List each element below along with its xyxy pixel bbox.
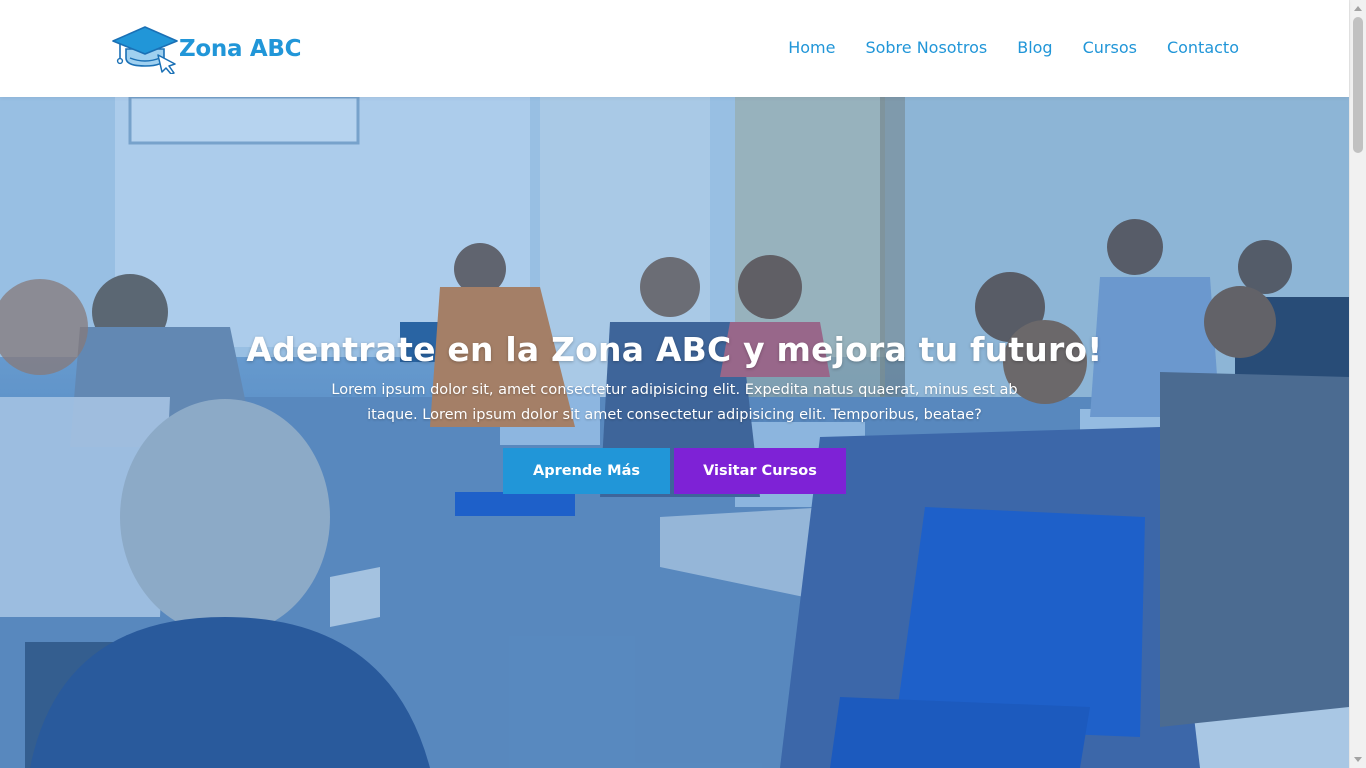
hero-section: Adentrate en la Zona ABC y mejora tu fut… xyxy=(0,97,1349,768)
scrollbar-thumb[interactable] xyxy=(1353,17,1363,153)
page-scrollbar[interactable] xyxy=(1349,0,1366,768)
nav-item-sobre-nosotros[interactable]: Sobre Nosotros xyxy=(865,38,987,58)
scroll-up-arrow-icon[interactable] xyxy=(1354,6,1362,11)
scroll-down-arrow-icon[interactable] xyxy=(1354,757,1362,762)
hero-description: Lorem ipsum dolor sit, amet consectetur … xyxy=(331,382,1018,423)
nav-item-blog[interactable]: Blog xyxy=(1017,38,1052,58)
visit-courses-button[interactable]: Visitar Cursos xyxy=(674,448,846,494)
nav-item-home[interactable]: Home xyxy=(788,38,835,58)
logo-text: Zona ABC xyxy=(179,35,302,62)
hero-content: Adentrate en la Zona ABC y mejora tu fut… xyxy=(0,97,1349,768)
nav-item-cursos[interactable]: Cursos xyxy=(1083,38,1137,58)
hero-title: Adentrate en la Zona ABC y mejora tu fut… xyxy=(246,330,1103,369)
site-header: Zona ABC Home Sobre Nosotros Blog Cursos… xyxy=(0,0,1349,97)
nav-item-contacto[interactable]: Contacto xyxy=(1167,38,1239,58)
graduation-cap-cursor-icon xyxy=(112,26,178,74)
logo[interactable]: Zona ABC xyxy=(112,24,302,74)
learn-more-button[interactable]: Aprende Más xyxy=(503,448,670,494)
main-nav: Home Sobre Nosotros Blog Cursos Contacto xyxy=(758,38,1239,58)
